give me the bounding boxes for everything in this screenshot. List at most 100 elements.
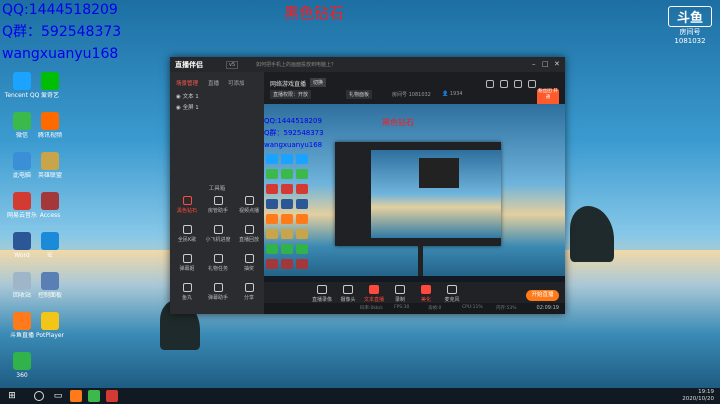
preview-desktop-icon [296, 169, 308, 179]
tool-item[interactable]: 分享 [234, 283, 264, 307]
taskbar-clock[interactable]: 19:19 2020/10/20 [682, 389, 714, 403]
control-button[interactable]: 美化 [414, 285, 438, 303]
room-id: 房间号 1081032 [392, 92, 431, 98]
taskbar-app-douyu[interactable] [70, 390, 82, 402]
title-watermark: 黑色钻石 [284, 4, 345, 22]
close-icon[interactable]: ✕ [554, 60, 560, 68]
stats-icon[interactable] [528, 80, 536, 88]
tool-item[interactable]: 小飞机进度 [203, 225, 233, 249]
tool-label: 分享 [243, 295, 254, 301]
control-label: 美化 [420, 297, 431, 303]
preview-desktop-icon [281, 259, 293, 269]
control-button[interactable]: 摄像头 [336, 285, 360, 303]
desktop-icon[interactable]: Access [30, 190, 70, 234]
desktop-icon-graphic [41, 192, 59, 210]
scene-item[interactable]: ◉ 文本 1 [176, 92, 199, 100]
preview-desktop-icon [296, 259, 308, 269]
tool-item[interactable]: 房管助手 [203, 196, 233, 220]
tool-item[interactable]: 弹幕助手 [203, 283, 233, 307]
preview-desktop-icon [266, 259, 278, 269]
status-stat: FPS:30 [394, 305, 410, 310]
tool-item[interactable]: 抽奖 [234, 254, 264, 278]
gift-chip[interactable]: 礼物面板 [346, 90, 373, 99]
preview-desktop-icon [281, 184, 293, 194]
control-button[interactable]: 录制 [388, 285, 412, 303]
tool-item[interactable]: 鱼丸 [172, 283, 202, 307]
tab-add[interactable]: 可添加 [228, 79, 245, 87]
preview-group-watermark: Q群：592548373 [264, 129, 324, 137]
maximize-icon[interactable]: □ [542, 60, 549, 68]
permission-chip[interactable]: 直播权限：开放 [270, 90, 312, 99]
desktop-icon[interactable]: 腾讯视频 [30, 110, 70, 154]
desktop-icon[interactable]: 英雄联盟 [30, 150, 70, 194]
tool-icon [244, 254, 254, 263]
preview-desktop-icon [281, 229, 293, 239]
desktop-icon-graphic [13, 272, 31, 290]
preview-desktop-icon [281, 244, 293, 254]
notice-link[interactable]: 如何把手机上的画面投放到电脑上？ [256, 61, 336, 68]
control-icon [343, 285, 353, 294]
preview-desktop-icon [266, 184, 278, 194]
desktop-icon-label: Access [39, 212, 61, 219]
desktop-icon[interactable]: PotPlayer [30, 310, 70, 354]
stream-preview: QQ:1444518209 Q群：592548373 wangxuanyu168… [264, 104, 565, 282]
app-logo: 直播伴侣 [175, 61, 203, 69]
share-icon[interactable] [486, 80, 494, 88]
preview-desktop-icon [296, 244, 308, 254]
start-live-button[interactable]: 开始直播 [526, 290, 559, 301]
title-bar: 直播伴侣 v5 如何把手机上的画面投放到电脑上？ – □ ✕ [170, 57, 565, 72]
desktop-icon-graphic [41, 152, 59, 170]
tool-label: 小飞机进度 [205, 237, 231, 243]
windows-start-icon[interactable]: ⊞ [6, 390, 18, 402]
tool-item[interactable]: 直播回放 [234, 225, 264, 249]
control-button[interactable]: 直播录像 [310, 285, 334, 303]
tool-icon [213, 254, 223, 263]
search-icon[interactable] [34, 391, 44, 401]
tab-scenes[interactable]: 场景管理 [176, 79, 198, 87]
desktop-icon[interactable]: 爱奇艺 [30, 70, 70, 114]
desktop-icon-label: 360 [16, 372, 28, 379]
tool-item[interactable]: 视频点播 [234, 196, 264, 220]
desktop-icon-graphic [13, 112, 31, 130]
tool-icon [182, 254, 192, 263]
desktop-icon-label: IE [47, 252, 53, 259]
switch-category-button[interactable]: 切换 [310, 78, 327, 87]
control-button[interactable]: 麦克风 [440, 285, 464, 303]
tab-live[interactable]: 直播 [208, 79, 219, 87]
taskbar: ⊞ ▭ 19:19 2020/10/20 [0, 388, 720, 404]
layout-icon[interactable] [514, 80, 522, 88]
settings-icon[interactable] [500, 80, 508, 88]
taskbar-app-wechat[interactable] [88, 390, 100, 402]
tool-icon [182, 196, 192, 205]
preview-qq-watermark: QQ:1444518209 [264, 117, 322, 125]
tool-icon [213, 283, 223, 292]
preview-title-watermark: 黑色钻石 [382, 118, 414, 127]
tool-item[interactable]: 弹幕姬 [172, 254, 202, 278]
tool-item[interactable]: 黑色钻石 [172, 196, 202, 220]
tool-icon [244, 283, 254, 292]
tool-item[interactable]: 全民K歌 [172, 225, 202, 249]
main-panel: 网络游戏直播 切换 直播权限：开放 礼物面板 房间号 1081032 👤 193… [264, 72, 565, 314]
control-label: 摄像头 [340, 297, 356, 303]
tool-item[interactable]: 礼物任务 [203, 254, 233, 278]
douyu-badge: 斗鱼 房间号 1081032 [664, 6, 716, 48]
wallpaper-rock-right [570, 206, 614, 262]
room-title: 网络游戏直播 [270, 81, 307, 88]
minimize-icon[interactable]: – [532, 60, 536, 68]
desktop-icon-graphic [13, 352, 31, 370]
control-button[interactable]: 文本直播 [362, 285, 386, 303]
desktop-icon[interactable]: 控制面板 [30, 270, 70, 314]
preview-desktop-icon [281, 199, 293, 209]
taskbar-app-assistant[interactable] [106, 390, 118, 402]
wechat-watermark: wangxuanyu168 [2, 46, 119, 62]
desktop-icon[interactable]: IE [30, 230, 70, 274]
control-label: 录制 [394, 297, 405, 303]
tool-label: 黑色钻石 [176, 208, 197, 214]
control-icon [395, 285, 405, 294]
desktop-icon-graphic [13, 232, 31, 250]
scene-item[interactable]: ◉ 全屏 1 [176, 103, 199, 111]
task-view-icon[interactable]: ▭ [52, 390, 64, 402]
tool-label: 房管助手 [207, 208, 228, 214]
preview-desktop-icon [266, 169, 278, 179]
tool-label: 直播回放 [238, 237, 259, 243]
